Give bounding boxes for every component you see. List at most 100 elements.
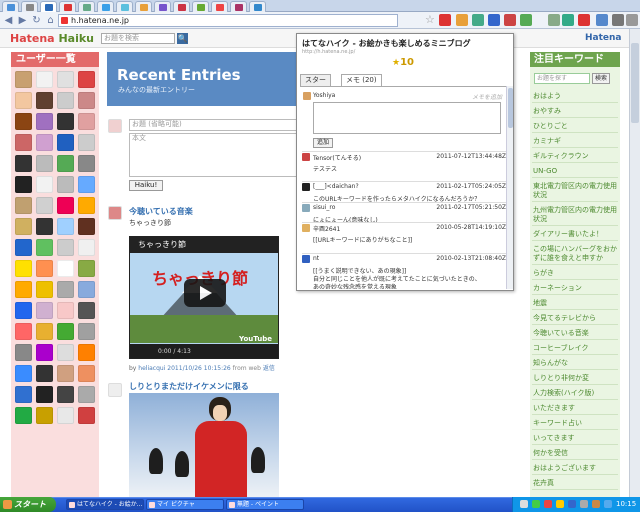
keyword-link[interactable]: UN-GO xyxy=(533,167,617,176)
keyword-link[interactable]: おはようございます xyxy=(533,464,617,473)
keyword-link[interactable]: 花卉真 xyxy=(533,479,617,488)
user-avatar[interactable] xyxy=(15,386,32,403)
user-avatar[interactable] xyxy=(15,344,32,361)
popup-scroll-thumb[interactable] xyxy=(508,88,513,128)
user-avatar[interactable] xyxy=(36,218,53,235)
browser-tab[interactable] xyxy=(78,1,95,12)
user-avatar[interactable] xyxy=(78,197,95,214)
user-avatar[interactable] xyxy=(57,260,74,277)
user-avatar[interactable] xyxy=(78,365,95,382)
user-avatar[interactable] xyxy=(57,155,74,172)
user-avatar[interactable] xyxy=(57,281,74,298)
user-avatar[interactable] xyxy=(57,407,74,424)
user-avatar[interactable] xyxy=(36,386,53,403)
user-avatar[interactable] xyxy=(15,323,32,340)
user-avatar[interactable] xyxy=(15,281,32,298)
memo-date[interactable]: 2011-07-12T13:44:48Z xyxy=(436,153,506,160)
taskbar-item-paint[interactable]: 無題 - ペイント xyxy=(226,499,304,510)
extension-icon[interactable] xyxy=(578,14,590,26)
user-avatar[interactable] xyxy=(36,113,53,130)
keyword-link[interactable]: しりとり非何か変 xyxy=(533,374,617,383)
browser-tab[interactable] xyxy=(249,1,266,12)
entry-reply[interactable]: 返信 xyxy=(263,365,275,372)
keyword-link[interactable]: 何かを受信 xyxy=(533,449,617,458)
browser-tab[interactable] xyxy=(21,1,38,12)
user-avatar[interactable] xyxy=(15,365,32,382)
user-avatar[interactable] xyxy=(15,71,32,88)
user-avatar[interactable] xyxy=(78,113,95,130)
popup-scrollbar[interactable] xyxy=(506,86,513,289)
user-avatar[interactable] xyxy=(36,239,53,256)
user-avatar[interactable] xyxy=(36,197,53,214)
extension-icon[interactable] xyxy=(456,14,468,26)
extension-icon[interactable] xyxy=(596,14,608,26)
memo-textarea[interactable] xyxy=(313,102,501,134)
tab-star[interactable]: スター xyxy=(300,74,331,86)
user-avatar[interactable] xyxy=(57,344,74,361)
browser-tab[interactable] xyxy=(135,1,152,12)
network-icon[interactable] xyxy=(604,500,612,508)
user-avatar[interactable] xyxy=(57,365,74,382)
extension-icon[interactable] xyxy=(472,14,484,26)
keyword-link[interactable]: 今聴いている音楽 xyxy=(533,329,617,338)
user-avatar[interactable] xyxy=(57,113,74,130)
memo-date[interactable]: 2011-02-17T05:21:50Z xyxy=(436,204,506,211)
tray-icon[interactable] xyxy=(520,500,528,508)
user-avatar[interactable] xyxy=(36,155,53,172)
entry-user[interactable]: heliacqui xyxy=(138,365,165,372)
hatena-link[interactable]: Hatena xyxy=(585,33,622,43)
hatena-star-extension-icon[interactable] xyxy=(439,14,451,26)
user-avatar[interactable] xyxy=(15,176,32,193)
keyword-link[interactable]: 今見てるテレビから xyxy=(533,314,617,323)
entry-avatar[interactable] xyxy=(108,206,122,220)
entry-photo[interactable] xyxy=(129,393,279,498)
user-avatar[interactable] xyxy=(15,155,32,172)
taskbar-item-browser[interactable]: はてなハイク - お絵か... xyxy=(66,499,144,510)
keyword-link[interactable]: 知らんがな xyxy=(533,359,617,368)
keyword-link[interactable]: おやすみ xyxy=(533,107,617,116)
entry-title-link[interactable]: 今聴いている音楽 xyxy=(129,206,193,217)
site-logo[interactable]: Hatena Haiku xyxy=(10,32,94,45)
user-avatar[interactable] xyxy=(78,71,95,88)
keyword-link[interactable]: 東北電力管区内の電力使用状況 xyxy=(533,182,617,200)
user-avatar[interactable] xyxy=(15,260,32,277)
keyword-link[interactable]: カミナギ xyxy=(533,137,617,146)
user-avatar[interactable] xyxy=(36,407,53,424)
memo-user[interactable]: sisui_ro xyxy=(313,204,335,211)
browser-tab[interactable] xyxy=(2,1,19,12)
user-icon[interactable] xyxy=(302,153,310,161)
user-avatar[interactable] xyxy=(36,344,53,361)
memo-user[interactable]: 辛酉2641 xyxy=(313,224,340,233)
user-avatar[interactable] xyxy=(57,323,74,340)
volume-icon[interactable] xyxy=(580,500,588,508)
user-avatar[interactable] xyxy=(36,365,53,382)
entry-title-input[interactable]: お題 (省略可能) xyxy=(129,119,297,131)
keyword-search-button[interactable]: 検索 xyxy=(592,73,610,84)
start-button[interactable]: スタート xyxy=(0,497,56,512)
keyword-link[interactable]: コーヒーブレイク xyxy=(533,344,617,353)
keyword-link[interactable]: おはよう xyxy=(533,92,617,101)
keyword-search-input[interactable]: お題を探す xyxy=(534,73,590,84)
keyword-link[interactable]: ギルティクラウン xyxy=(533,152,617,161)
user-icon[interactable] xyxy=(302,255,310,263)
user-avatar[interactable] xyxy=(78,407,95,424)
haiku-submit-button[interactable]: Haiku! xyxy=(129,180,163,191)
header-search-button[interactable]: 🔍 xyxy=(177,33,188,44)
keyword-link[interactable]: 人力検索(ハイク版) xyxy=(533,389,617,398)
keyword-link[interactable]: いってきます xyxy=(533,434,617,443)
user-avatar[interactable] xyxy=(78,281,95,298)
user-avatar[interactable] xyxy=(15,113,32,130)
user-avatar[interactable] xyxy=(78,134,95,151)
user-avatar[interactable] xyxy=(78,302,95,319)
user-avatar[interactable] xyxy=(78,386,95,403)
back-icon[interactable]: ◀ xyxy=(2,14,15,27)
extension-icon[interactable] xyxy=(520,14,532,26)
user-avatar[interactable] xyxy=(36,176,53,193)
user-avatar[interactable] xyxy=(36,71,53,88)
user-avatar[interactable] xyxy=(57,71,74,88)
user-avatar[interactable] xyxy=(78,260,95,277)
user-icon[interactable] xyxy=(302,224,310,232)
user-avatar[interactable] xyxy=(15,302,32,319)
user-icon[interactable] xyxy=(302,204,310,212)
tray-icon[interactable] xyxy=(532,500,540,508)
